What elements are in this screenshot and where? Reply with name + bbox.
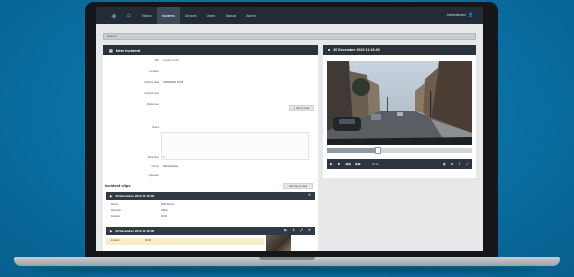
clip-title: 20 December 2019 11:16:00	[115, 194, 155, 198]
field-operator[interactable]: Operator	[103, 173, 318, 180]
field-retention[interactable]: Retention 7	[103, 155, 318, 162]
nav-item-users[interactable]: Users	[202, 7, 221, 24]
field-label: Incident date	[144, 81, 159, 84]
playback-progress-bar[interactable]	[327, 148, 472, 153]
field-label: Incident type	[144, 92, 159, 95]
field-title[interactable]: Title Incident 2019	[103, 58, 318, 65]
delete-icon[interactable]: ✕	[308, 228, 311, 232]
incident-panel: ▤ New incident Title Incident 2019 Locat…	[103, 45, 318, 251]
play-icon[interactable]: ▶	[330, 162, 333, 166]
download-icon[interactable]: ⇩	[458, 162, 461, 166]
field-label: Reference	[147, 103, 159, 106]
field-value[interactable]: 01/09/2019 14:25	[163, 81, 183, 84]
stop-icon[interactable]: ■	[338, 162, 340, 166]
nav-item-admin[interactable]: Admin	[241, 7, 260, 24]
incident-panel-title: New incident	[115, 47, 141, 53]
video-player-header: ■ 20 December 2019 11:16:00	[323, 45, 476, 55]
clip-row-value: BWV-Device	[161, 203, 175, 206]
field-incident-date[interactable]: Incident date 01/09/2019 14:25	[103, 80, 318, 87]
laptop-screen: ◈ ⌂ Videos Incidents Devices Users Tacti…	[96, 7, 483, 251]
field-label: Location	[149, 70, 159, 73]
plus-icon: +	[293, 106, 295, 110]
user-menu[interactable]: Administrator 👤	[447, 12, 473, 17]
nav-item-videos[interactable]: Videos	[137, 7, 157, 24]
field-label: Title	[154, 59, 159, 62]
clip-row-label: Duration	[111, 215, 121, 218]
video-camera-icon: ▶	[110, 194, 113, 198]
volume-icon[interactable]: ◉	[443, 162, 446, 166]
nav-item-devices[interactable]: Devices	[180, 7, 202, 24]
field-notes: Notes	[103, 125, 318, 132]
clip-header-1[interactable]: ▶ 20 December 2019 11:16:00 ✕	[106, 192, 315, 200]
clip-highlight-row	[106, 238, 264, 245]
video-player-panel: ■ 20 December 2019 11:16:00 ▶ ■ ◀◀ ▶▶ 00…	[323, 45, 476, 178]
expand-icon[interactable]: ⤢	[300, 228, 303, 232]
field-owner[interactable]: Owner Administrator	[103, 164, 318, 171]
field-label: Notes	[152, 126, 159, 129]
playback-time: 00:12	[372, 162, 379, 166]
incident-clips-heading: Incident clips	[105, 183, 131, 188]
laptop-notch	[259, 257, 315, 260]
laptop-shadow	[34, 266, 540, 273]
user-name: Administrator	[446, 12, 467, 17]
download-icon[interactable]: ⇩	[292, 228, 295, 232]
clip-row-label: Device	[111, 203, 119, 206]
fullscreen-icon[interactable]: ⤢	[466, 162, 469, 166]
home-icon[interactable]: ⌂	[127, 13, 131, 19]
playback-progress-fill	[327, 148, 378, 153]
video-camera-icon: ■	[328, 48, 331, 52]
playback-scrubber-handle[interactable]	[374, 147, 381, 154]
nav-item-incidents[interactable]: Incidents	[156, 7, 180, 24]
field-value[interactable]: 7	[163, 156, 164, 159]
clip-thumbnail[interactable]	[266, 235, 291, 251]
clip-row-label: Recorder	[111, 209, 121, 212]
rewind-icon[interactable]: ◀◀	[345, 162, 351, 166]
add-to-case-button[interactable]: + Add to case	[289, 105, 314, 111]
clip-row-value: 00:32	[161, 215, 167, 218]
clip-row-value: 00:45	[145, 239, 151, 242]
app-logo-icon[interactable]: ◈	[107, 10, 121, 21]
field-value[interactable]: Administrator	[163, 165, 178, 168]
field-reference[interactable]: Reference	[103, 102, 318, 109]
video-camera-icon: ▶	[110, 229, 113, 233]
clip-row-value: Officer	[161, 209, 168, 212]
clip-row-label: Incident	[111, 239, 120, 242]
forward-icon[interactable]: ▶▶	[355, 162, 361, 166]
add-clip-button[interactable]: Add clip to case	[283, 183, 313, 189]
clip-header-2[interactable]: ▶ 20 December 2019 11:16:06 ▶ ⇩ ⤢ ✕	[106, 227, 315, 235]
top-navbar: ◈ ⌂ Videos Incidents Devices Users Tacti…	[96, 7, 483, 24]
video-player-title: 20 December 2019 11:16:00	[333, 48, 380, 52]
field-location[interactable]: Location	[103, 69, 318, 76]
document-icon: ▤	[109, 47, 113, 53]
field-value[interactable]: Incident 2019	[163, 59, 179, 62]
snapshot-icon[interactable]: ◘	[451, 162, 453, 166]
search-input[interactable]: Search	[103, 33, 476, 40]
player-controls: ▶ ■ ◀◀ ▶▶ 00:12 ◉ ◘ ⇩ ⤢	[327, 159, 472, 169]
field-label: Retention	[147, 156, 159, 159]
field-label: Owner	[151, 165, 159, 168]
laptop-base	[14, 257, 560, 266]
street-scene-image	[327, 61, 472, 145]
play-icon[interactable]: ▶	[284, 228, 287, 232]
field-incident-type[interactable]: Incident type	[103, 91, 318, 98]
field-label: Operator	[148, 174, 159, 177]
delete-icon[interactable]: ✕	[308, 193, 311, 197]
incident-panel-header: ▤ New incident	[103, 45, 318, 55]
clip-title: 20 December 2019 11:16:06	[115, 229, 155, 233]
add-to-case-label: Add to case	[295, 106, 310, 110]
user-icon: 👤	[468, 12, 473, 17]
video-frame[interactable]	[327, 61, 472, 145]
nav-item-tactical[interactable]: Tactical	[220, 7, 241, 24]
